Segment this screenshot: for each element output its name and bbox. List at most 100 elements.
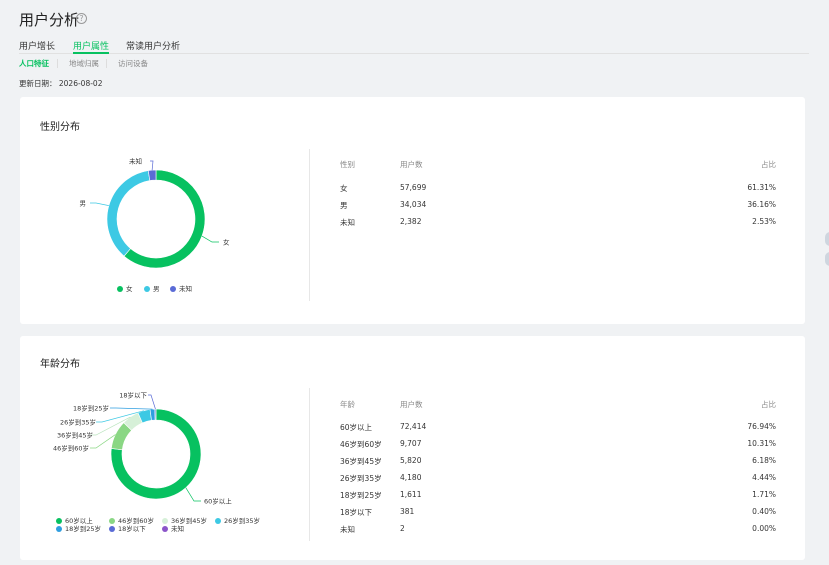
table-row: 未知 2,382 2.53% bbox=[340, 217, 776, 229]
legend-dot bbox=[117, 286, 123, 292]
donut-slice[interactable] bbox=[154, 408, 157, 421]
card-divider bbox=[309, 149, 310, 301]
header-age: 年龄 bbox=[340, 400, 355, 409]
legend-item-under-18[interactable]: 18岁以下 bbox=[109, 523, 146, 533]
legend-label: 未知 bbox=[171, 525, 184, 533]
legend-dot bbox=[56, 526, 62, 532]
subtab-device[interactable]: 访问设备 bbox=[118, 58, 148, 69]
legend-dot bbox=[109, 526, 115, 532]
table-row: 26岁到35岁 4,180 4.44% bbox=[340, 473, 776, 485]
update-date-value: 2026-08-02 bbox=[58, 79, 103, 88]
donut-slice[interactable] bbox=[147, 169, 157, 181]
label-leader-line bbox=[110, 407, 153, 410]
legend-dot bbox=[215, 518, 221, 524]
cell-percent: 4.44% bbox=[752, 473, 776, 482]
header-users: 用户数 bbox=[400, 400, 423, 409]
slice-label: 男 bbox=[80, 199, 87, 207]
donut-slice[interactable] bbox=[106, 170, 151, 257]
cell-name: 36岁到45岁 bbox=[340, 457, 382, 466]
table-row: 60岁以上 72,414 76.94% bbox=[340, 422, 776, 434]
label-leader-line bbox=[201, 235, 219, 243]
cell-percent: 61.31% bbox=[747, 183, 776, 192]
cell-name: 60岁以上 bbox=[340, 423, 373, 432]
cell-percent: 0.00% bbox=[752, 524, 776, 533]
slice-label: 未知 bbox=[129, 156, 142, 165]
gender-distribution-card: 性别分布 女男未知 女 男 未知 性别 用户数 占比 女 57,699 61.3… bbox=[20, 97, 805, 324]
header-percent: 占比 bbox=[761, 400, 776, 409]
cell-count: 2 bbox=[400, 524, 405, 533]
cell-name: 26岁到35岁 bbox=[340, 474, 382, 483]
legend-item-18-25[interactable]: 18岁到25岁 bbox=[56, 523, 101, 533]
age-distribution-card: 年龄分布 60岁以上 46岁到60岁 36岁到45岁 26岁到35岁 18岁到25岁 18… bbox=[20, 336, 805, 560]
cell-name: 46岁到60岁 bbox=[340, 440, 382, 449]
subtab-region[interactable]: 地域归属 bbox=[69, 58, 99, 69]
cell-count: 9,707 bbox=[400, 439, 422, 448]
cell-name: 女 bbox=[340, 184, 348, 193]
legend-item-unknown[interactable]: 未知 bbox=[162, 523, 184, 533]
page-title: 用户分析 bbox=[19, 11, 80, 29]
label-leader-line bbox=[185, 487, 201, 502]
question-circle-icon[interactable]: ? bbox=[76, 13, 87, 24]
slice-label: 60岁以上 bbox=[204, 496, 232, 505]
card-divider bbox=[309, 388, 310, 541]
legend-item-male[interactable]: 男 bbox=[144, 283, 160, 293]
table-row: 女 57,699 61.31% bbox=[340, 183, 776, 195]
legend-item-unknown[interactable]: 未知 bbox=[170, 283, 192, 293]
cell-percent: 2.53% bbox=[752, 217, 776, 226]
cell-count: 381 bbox=[400, 507, 415, 516]
table-row: 18岁以下 381 0.40% bbox=[340, 507, 776, 519]
header-gender: 性别 bbox=[340, 160, 355, 169]
slice-label: 18岁到25岁 bbox=[73, 403, 109, 412]
cell-count: 72,414 bbox=[400, 422, 427, 431]
cell-count: 4,180 bbox=[400, 473, 422, 482]
legend-label: 男 bbox=[153, 285, 160, 293]
cell-count: 57,699 bbox=[400, 183, 427, 192]
cell-count: 2,382 bbox=[400, 217, 422, 226]
table-header: 年龄 用户数 占比 bbox=[340, 399, 776, 411]
cell-percent: 0.40% bbox=[752, 507, 776, 516]
cell-name: 未知 bbox=[340, 525, 355, 534]
label-leader-line bbox=[90, 202, 109, 206]
header-users: 用户数 bbox=[400, 160, 423, 169]
gender-donut-chart: 女 男 未知 bbox=[80, 156, 230, 269]
cell-count: 5,820 bbox=[400, 456, 422, 465]
slice-label: 36岁到45岁 bbox=[57, 430, 93, 439]
legend-item-26-35[interactable]: 26岁到35岁 bbox=[215, 515, 260, 525]
cell-name: 18岁以下 bbox=[340, 508, 373, 517]
legend-label: 女 bbox=[126, 285, 133, 293]
cell-name: 18岁到25岁 bbox=[340, 491, 382, 500]
legend-label: 未知 bbox=[179, 285, 192, 293]
scroll-handle[interactable] bbox=[825, 232, 829, 246]
legend-item-female[interactable]: 女 bbox=[117, 283, 133, 293]
update-date: 更新日期： 2026-08-02 bbox=[19, 78, 102, 89]
scroll-handle[interactable] bbox=[825, 252, 829, 266]
table-row: 未知 2 0.00% bbox=[340, 524, 776, 536]
cell-name: 未知 bbox=[340, 218, 355, 227]
slice-label: 26岁到35岁 bbox=[60, 417, 96, 426]
table-row: 46岁到60岁 9,707 10.31% bbox=[340, 439, 776, 451]
legend-label: 26岁到35岁 bbox=[224, 517, 261, 525]
update-date-label: 更新日期： bbox=[19, 79, 57, 88]
header-percent: 占比 bbox=[761, 160, 776, 169]
tab-frequent-readers[interactable]: 常读用户分析 bbox=[126, 39, 180, 54]
cell-percent: 76.94% bbox=[747, 422, 776, 431]
label-leader-line bbox=[148, 394, 156, 410]
slice-label: 女 bbox=[223, 237, 230, 246]
tab-user-growth[interactable]: 用户增长 bbox=[19, 39, 55, 54]
page-header: 用户分析 ? 用户增长 用户属性 常读用户分析 人口特征 地域归属 访问设备 更… bbox=[0, 0, 829, 96]
legend-dot bbox=[162, 526, 168, 532]
legend-label: 18岁以下 bbox=[118, 525, 146, 533]
tab-user-attributes[interactable]: 用户属性 bbox=[73, 39, 110, 54]
subtab-divider bbox=[57, 59, 58, 68]
slice-label: 18岁以下 bbox=[119, 390, 147, 399]
table-header: 性别 用户数 占比 bbox=[340, 159, 776, 171]
cell-percent: 1.71% bbox=[752, 490, 776, 499]
legend-dot bbox=[170, 286, 176, 292]
cell-name: 男 bbox=[340, 201, 348, 210]
legend-label: 18岁到25岁 bbox=[65, 525, 102, 533]
table-row: 男 34,034 36.16% bbox=[340, 200, 776, 212]
cell-percent: 36.16% bbox=[747, 200, 776, 209]
subtab-divider bbox=[106, 59, 107, 68]
cell-count: 1,611 bbox=[400, 490, 422, 499]
subtab-demographics[interactable]: 人口特征 bbox=[19, 58, 49, 69]
